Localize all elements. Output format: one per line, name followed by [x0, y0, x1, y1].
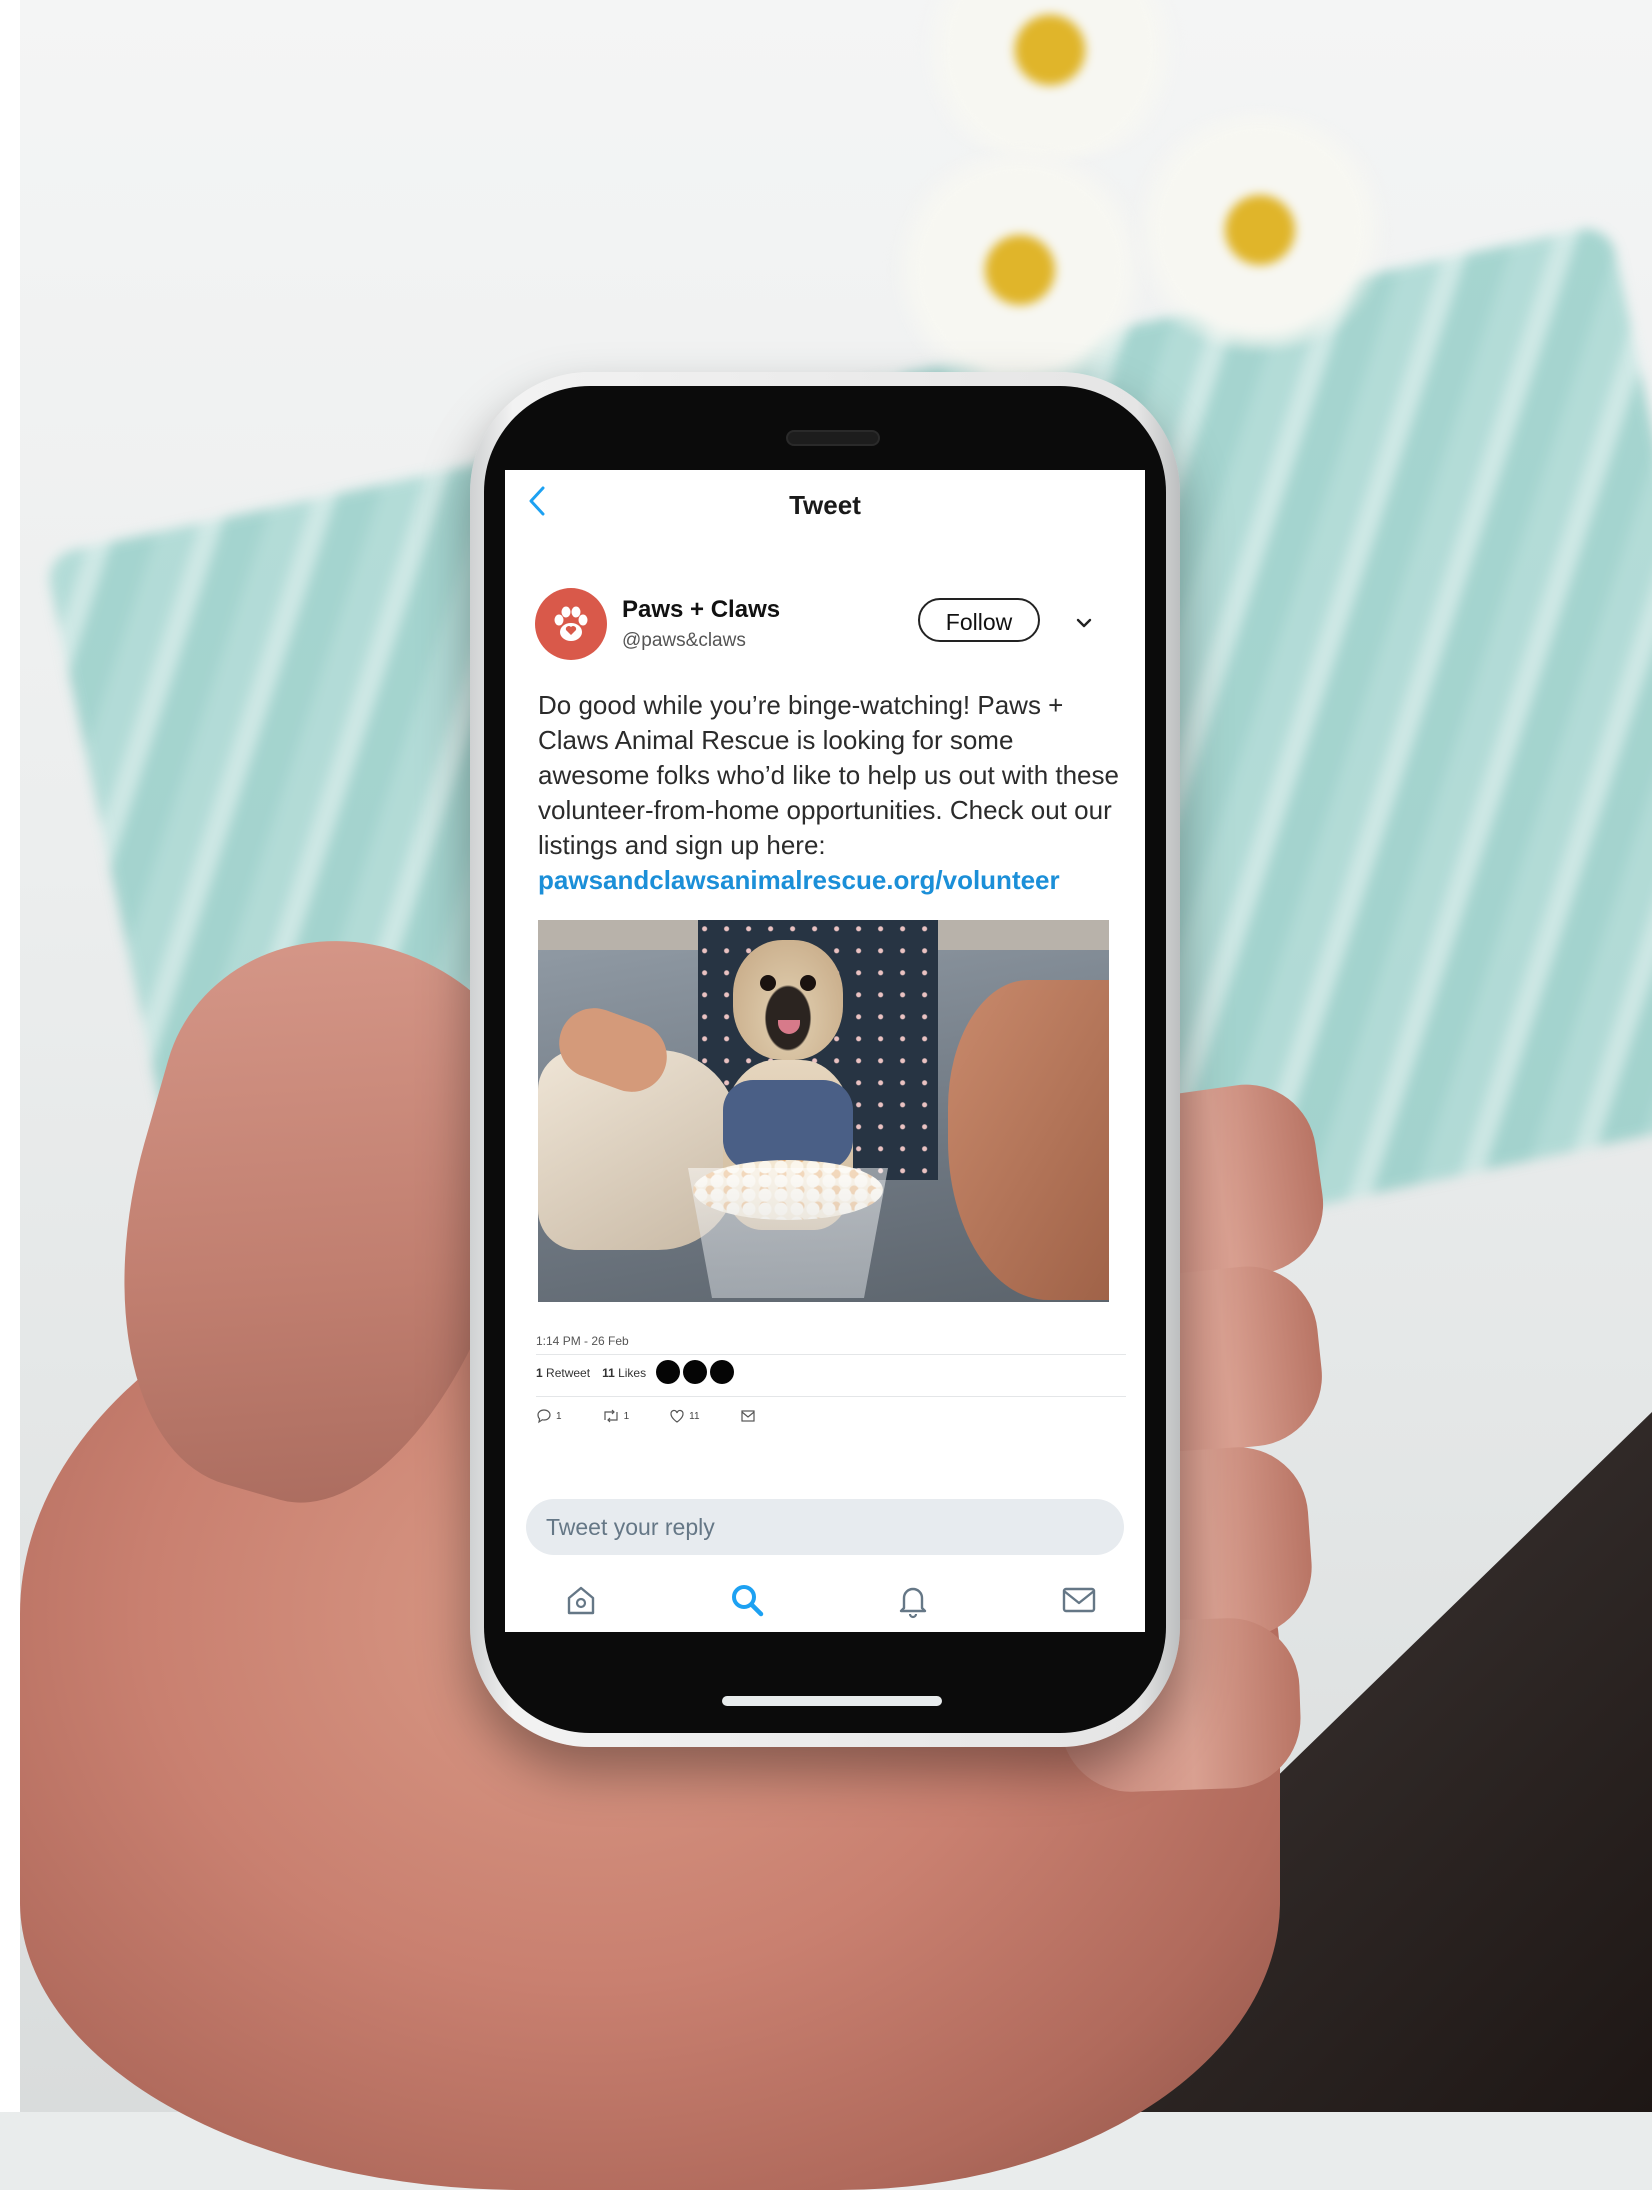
reply-input[interactable]: Tweet your reply [526, 1499, 1124, 1555]
tweet-stats: 1 Retweet 11 Likes [536, 1366, 646, 1380]
tweet-link[interactable]: pawsandclawsanimalrescue.org/volunteer [538, 863, 1128, 898]
search-icon[interactable] [727, 1580, 767, 1620]
image-pug-eye [760, 975, 776, 991]
like-stat[interactable]: 11 Likes [602, 1366, 646, 1380]
author-handle[interactable]: @paws&claws [622, 630, 746, 652]
tweet-timestamp: 1:14 PM - 26 Feb [536, 1334, 629, 1348]
author-name[interactable]: Paws + Claws [622, 596, 780, 624]
retweet-stat-label: Retweet [546, 1366, 591, 1380]
chevron-down-icon[interactable] [1071, 610, 1097, 636]
mail-icon[interactable] [1059, 1580, 1099, 1620]
retweet-stat[interactable]: 1 Retweet [536, 1366, 590, 1380]
home-icon[interactable] [561, 1580, 601, 1620]
retweet-icon [603, 1409, 618, 1423]
liker-avatars[interactable] [656, 1360, 734, 1384]
like-button[interactable]: 11 [669, 1408, 700, 1424]
follow-button[interactable]: Follow [918, 598, 1040, 642]
liker-avatar[interactable] [710, 1360, 734, 1384]
like-stat-label: Likes [618, 1366, 647, 1380]
retweet-count: 1 [536, 1366, 543, 1380]
paw-icon [554, 606, 588, 641]
home-indicator[interactable] [722, 1696, 942, 1706]
tweet-text: Do good while you’re binge-watching! Paw… [538, 688, 1128, 898]
liker-avatar[interactable] [656, 1360, 680, 1384]
divider [536, 1396, 1126, 1397]
envelope-icon [740, 1410, 755, 1422]
avatar[interactable] [535, 588, 607, 660]
retweet-button[interactable]: 1 [602, 1408, 630, 1424]
dm-button[interactable] [740, 1408, 756, 1424]
reply-icon [537, 1409, 551, 1424]
page-title: Tweet [789, 490, 861, 520]
like-action-count: 11 [689, 1410, 700, 1422]
bottom-tab-bar [505, 1568, 1145, 1632]
daisy-flower [1120, 110, 1400, 350]
bell-icon[interactable] [893, 1580, 933, 1620]
tweet-screen: Tweet Paws + Claws @paws&claws Follow Do… [505, 470, 1145, 1632]
divider [536, 1354, 1126, 1355]
reply-button[interactable]: 1 [536, 1408, 562, 1424]
liker-avatar[interactable] [683, 1360, 707, 1384]
heart-icon [670, 1409, 684, 1423]
edge-stripe [0, 0, 20, 2112]
retweet-action-count: 1 [623, 1410, 630, 1422]
earpiece-speaker [786, 430, 880, 446]
tweet-body: Do good while you’re binge-watching! Paw… [538, 690, 1119, 860]
tweet-image[interactable] [538, 920, 1109, 1302]
image-pug-head [733, 940, 843, 1060]
image-pug-eye [800, 975, 816, 991]
reply-count: 1 [556, 1410, 562, 1422]
tweet-actions: 1 1 11 [536, 1408, 756, 1424]
image-pug-vest [723, 1080, 853, 1170]
like-count: 11 [602, 1366, 615, 1380]
image-bowl [688, 1168, 888, 1298]
daisy-flower [880, 150, 1160, 390]
